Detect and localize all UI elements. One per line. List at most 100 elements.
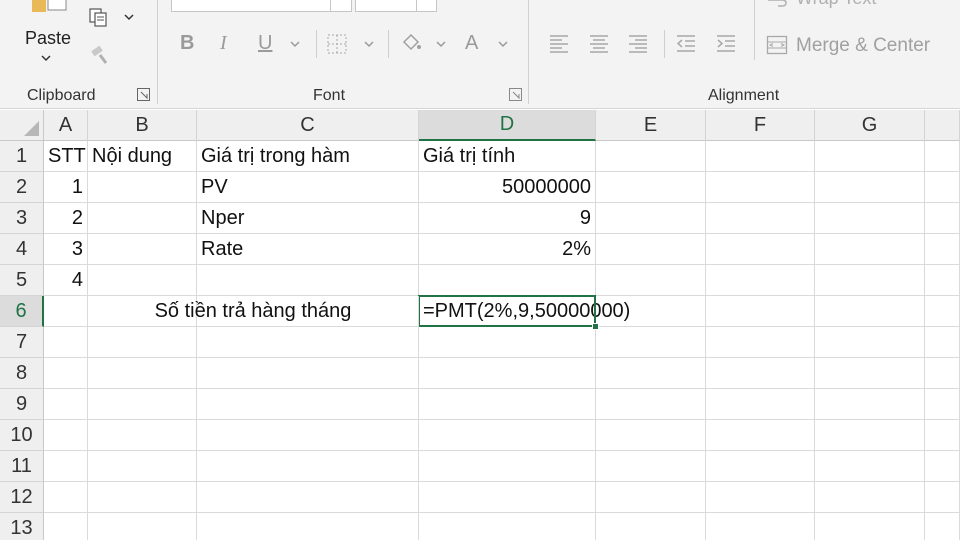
cell-b9[interactable] xyxy=(88,389,197,420)
borders-icon[interactable] xyxy=(326,33,348,55)
column-header-b[interactable]: B xyxy=(88,110,197,141)
bold-button[interactable]: B xyxy=(180,32,194,55)
chevron-down-icon[interactable] xyxy=(124,14,134,21)
cell-f7[interactable] xyxy=(706,327,815,358)
column-header-partial[interactable] xyxy=(925,110,960,141)
row-header-6[interactable]: 6 xyxy=(0,296,44,327)
dialog-launcher-icon[interactable] xyxy=(509,88,522,101)
cell-d1[interactable]: Giá trị tính xyxy=(419,141,596,172)
cell-g6[interactable] xyxy=(815,296,925,327)
cell-d2[interactable]: 50000000 xyxy=(419,172,596,203)
fill-handle[interactable] xyxy=(592,323,599,330)
row-header-2[interactable]: 2 xyxy=(0,172,44,203)
chevron-down-icon[interactable] xyxy=(290,41,300,48)
cell-f6[interactable] xyxy=(706,296,815,327)
cell-e2[interactable] xyxy=(596,172,706,203)
cell-h8[interactable] xyxy=(925,358,960,389)
row-header-10[interactable]: 10 xyxy=(0,420,44,451)
row-header-7[interactable]: 7 xyxy=(0,327,44,358)
cell-d12[interactable] xyxy=(419,482,596,513)
cell-c7[interactable] xyxy=(197,327,419,358)
underline-button[interactable]: U xyxy=(258,32,272,55)
cell-f1[interactable] xyxy=(706,141,815,172)
font-name-dropdown[interactable] xyxy=(330,0,352,12)
cell-g3[interactable] xyxy=(815,203,925,234)
cell-a12[interactable] xyxy=(44,482,88,513)
cell-f9[interactable] xyxy=(706,389,815,420)
cell-g7[interactable] xyxy=(815,327,925,358)
worksheet-grid[interactable]: A B C D E F G 1 STT Nội dung Giá trị trong hàm Giá … xyxy=(0,110,960,540)
align-right-icon[interactable] xyxy=(627,32,649,54)
cell-c13[interactable] xyxy=(197,513,419,540)
cell-b3[interactable] xyxy=(88,203,197,234)
cell-d11[interactable] xyxy=(419,451,596,482)
cell-e9[interactable] xyxy=(596,389,706,420)
row-header-13[interactable]: 13 xyxy=(0,513,44,540)
cell-e12[interactable] xyxy=(596,482,706,513)
cell-e6[interactable] xyxy=(596,296,706,327)
column-header-a[interactable]: A xyxy=(44,110,88,141)
wrap-text-button[interactable]: Wrap Text xyxy=(796,0,876,9)
align-left-icon[interactable] xyxy=(548,32,570,54)
column-header-e[interactable]: E xyxy=(596,110,706,141)
cell-d8[interactable] xyxy=(419,358,596,389)
row-header-9[interactable]: 9 xyxy=(0,389,44,420)
cell-d7[interactable] xyxy=(419,327,596,358)
font-name-combobox[interactable] xyxy=(171,0,351,12)
cell-b7[interactable] xyxy=(88,327,197,358)
row-header-12[interactable]: 12 xyxy=(0,482,44,513)
cell-c8[interactable] xyxy=(197,358,419,389)
cell-b10[interactable] xyxy=(88,420,197,451)
column-header-d[interactable]: D xyxy=(419,110,596,141)
cell-h13[interactable] xyxy=(925,513,960,540)
cell-g10[interactable] xyxy=(815,420,925,451)
cell-h11[interactable] xyxy=(925,451,960,482)
chevron-down-icon[interactable] xyxy=(436,41,446,48)
cell-b5[interactable] xyxy=(88,265,197,296)
copy-icon[interactable] xyxy=(88,7,110,29)
cell-f10[interactable] xyxy=(706,420,815,451)
chevron-down-icon[interactable] xyxy=(41,54,51,62)
cell-a8[interactable] xyxy=(44,358,88,389)
increase-indent-icon[interactable] xyxy=(715,32,737,54)
cell-c4[interactable]: Rate xyxy=(197,234,419,265)
cell-b13[interactable] xyxy=(88,513,197,540)
row-header-11[interactable]: 11 xyxy=(0,451,44,482)
cell-h9[interactable] xyxy=(925,389,960,420)
cell-h1[interactable] xyxy=(925,141,960,172)
format-painter-icon[interactable] xyxy=(88,44,110,66)
dialog-launcher-icon[interactable] xyxy=(137,88,150,101)
cell-h4[interactable] xyxy=(925,234,960,265)
cell-h7[interactable] xyxy=(925,327,960,358)
paste-button[interactable]: Paste xyxy=(25,28,71,49)
italic-button[interactable]: I xyxy=(220,32,227,55)
cell-a11[interactable] xyxy=(44,451,88,482)
cell-e8[interactable] xyxy=(596,358,706,389)
cell-e3[interactable] xyxy=(596,203,706,234)
cell-f11[interactable] xyxy=(706,451,815,482)
chevron-down-icon[interactable] xyxy=(498,41,508,48)
cell-g12[interactable] xyxy=(815,482,925,513)
cell-g5[interactable] xyxy=(815,265,925,296)
cell-a1[interactable]: STT xyxy=(44,141,88,172)
cell-c11[interactable] xyxy=(197,451,419,482)
cell-b4[interactable] xyxy=(88,234,197,265)
cell-b8[interactable] xyxy=(88,358,197,389)
cell-g8[interactable] xyxy=(815,358,925,389)
cell-d9[interactable] xyxy=(419,389,596,420)
cell-a3[interactable]: 2 xyxy=(44,203,88,234)
cell-c10[interactable] xyxy=(197,420,419,451)
cell-d10[interactable] xyxy=(419,420,596,451)
cell-f13[interactable] xyxy=(706,513,815,540)
cell-f12[interactable] xyxy=(706,482,815,513)
cell-h6[interactable] xyxy=(925,296,960,327)
cell-d6[interactable]: =PMT(2%,9,50000000) xyxy=(419,296,630,327)
cell-c2[interactable]: PV xyxy=(197,172,419,203)
cell-a4[interactable]: 3 xyxy=(44,234,88,265)
cell-e10[interactable] xyxy=(596,420,706,451)
align-center-icon[interactable] xyxy=(588,32,610,54)
cell-d5[interactable] xyxy=(419,265,596,296)
cell-b11[interactable] xyxy=(88,451,197,482)
row-header-8[interactable]: 8 xyxy=(0,358,44,389)
cell-c3[interactable]: Nper xyxy=(197,203,419,234)
